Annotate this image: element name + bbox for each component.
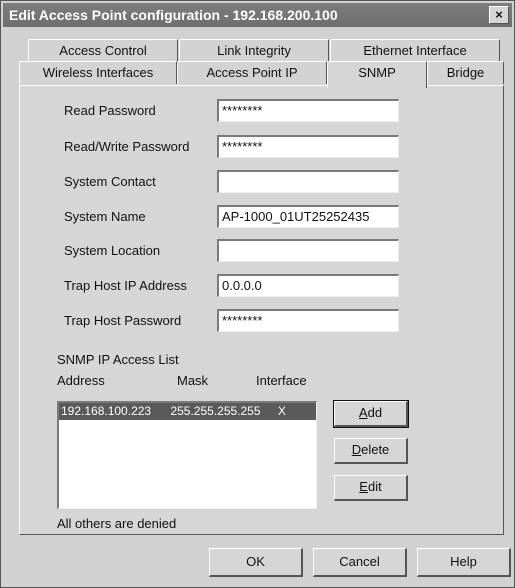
row-mask: 255.255.255.255 xyxy=(170,404,261,418)
readwrite-password-field[interactable]: ******** xyxy=(217,135,399,158)
edit-rest: dit xyxy=(367,479,382,494)
add-button[interactable]: Add xyxy=(333,400,409,428)
tab-wireless-interfaces[interactable]: Wireless Interfaces xyxy=(19,61,177,84)
ok-button[interactable]: OK xyxy=(209,548,303,577)
tab-access-point-ip[interactable]: Access Point IP xyxy=(177,61,327,84)
system-name-label: System Name xyxy=(64,209,146,224)
close-icon[interactable]: × xyxy=(489,6,509,24)
access-list-title: SNMP IP Access List xyxy=(57,352,179,367)
read-password-field[interactable]: ******** xyxy=(217,99,399,122)
edit-mnemonic: E xyxy=(359,479,368,494)
trap-host-ip-field[interactable]: 0.0.0.0 xyxy=(217,274,399,297)
tab-label: Ethernet Interface xyxy=(363,43,467,58)
tab-label: Wireless Interfaces xyxy=(42,65,154,80)
tab-label: Link Integrity xyxy=(217,43,291,58)
tab-link-integrity[interactable]: Link Integrity xyxy=(179,39,329,62)
access-list-box[interactable]: 192.168.100.223 255.255.255.255 X xyxy=(57,401,317,509)
window-title: Edit Access Point configuration - 192.16… xyxy=(9,7,338,23)
system-location-field[interactable] xyxy=(217,239,399,262)
system-location-label: System Location xyxy=(64,243,161,258)
access-list-footer: All others are denied xyxy=(57,516,177,531)
delete-button[interactable]: Delete xyxy=(334,438,408,464)
column-header-mask: Mask xyxy=(177,373,209,388)
edit-button[interactable]: Edit xyxy=(334,475,408,501)
row-interface: X xyxy=(277,404,286,418)
tab-label: SNMP xyxy=(358,65,396,80)
row-address: 192.168.100.223 xyxy=(61,404,152,418)
tab-access-control[interactable]: Access Control xyxy=(28,39,178,62)
tab-label: Access Point IP xyxy=(206,65,298,80)
system-contact-field[interactable] xyxy=(217,170,399,193)
column-header-address: Address xyxy=(57,373,105,388)
trap-host-password-field[interactable]: ******** xyxy=(217,309,399,332)
tab-snmp[interactable]: SNMP xyxy=(327,61,427,88)
cancel-button[interactable]: Cancel xyxy=(313,548,407,577)
add-rest: dd xyxy=(367,405,383,420)
help-button[interactable]: Help xyxy=(417,548,511,577)
tab-label: Bridge xyxy=(446,65,485,80)
trap-host-ip-label: Trap Host IP Address xyxy=(64,278,187,293)
tab-bridge[interactable]: Bridge xyxy=(427,61,504,84)
system-name-field[interactable]: AP-1000_01UT25252435 xyxy=(217,205,399,228)
edit-access-point-dialog: Edit Access Point configuration - 192.16… xyxy=(0,0,515,588)
snmp-panel: Read Password ******** Read/Write Passwo… xyxy=(19,85,504,535)
tab-label: Access Control xyxy=(59,43,147,58)
tab-ethernet-interface[interactable]: Ethernet Interface xyxy=(330,39,500,62)
list-item[interactable]: 192.168.100.223 255.255.255.255 X xyxy=(59,403,316,420)
system-contact-label: System Contact xyxy=(64,174,156,189)
add-mnemonic: A xyxy=(358,405,368,420)
delete-rest: elete xyxy=(361,442,390,457)
delete-mnemonic: D xyxy=(351,442,362,457)
readwrite-password-label: Read/Write Password xyxy=(64,139,190,154)
read-password-label: Read Password xyxy=(64,103,156,118)
column-header-interface: Interface xyxy=(256,373,307,388)
trap-host-password-label: Trap Host Password xyxy=(64,313,182,328)
title-bar[interactable]: Edit Access Point configuration - 192.16… xyxy=(3,3,512,27)
